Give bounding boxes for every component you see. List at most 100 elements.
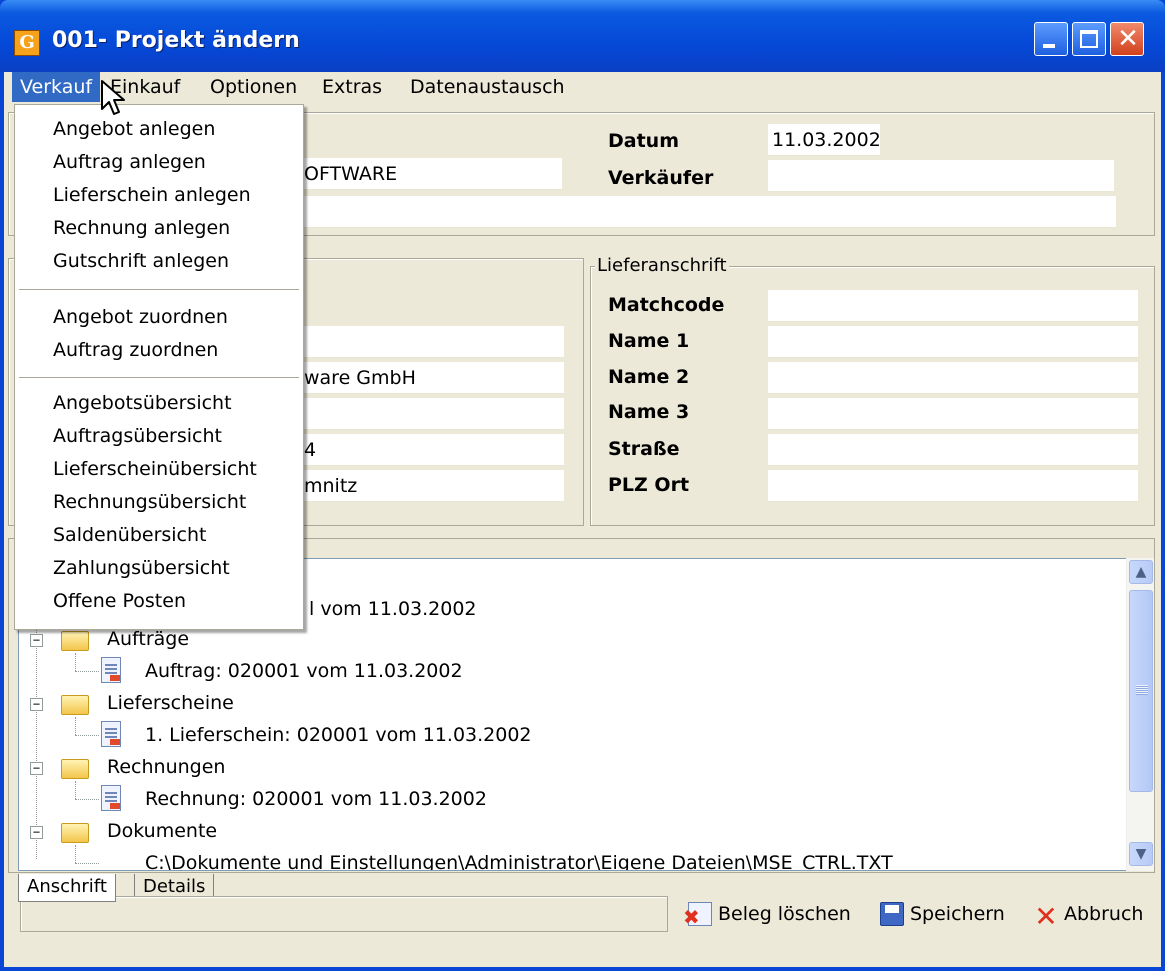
strasse-field[interactable]: [768, 434, 1138, 466]
menu-item-gutschrift-anlegen[interactable]: Gutschrift anlegen: [15, 245, 303, 278]
folder-icon: [61, 695, 89, 715]
verkauf-dropdown-menu: Angebot anlegen Auftrag anlegen Liefersc…: [14, 104, 304, 630]
tree-folder-rechnungen[interactable]: Rechnungen: [107, 751, 225, 783]
expander-minus-icon[interactable]: −: [30, 762, 43, 775]
tree-connector: [75, 863, 99, 864]
maximize-button[interactable]: [1072, 22, 1106, 56]
tree-item-lieferschein[interactable]: 1. Lieferschein: 020001 vom 11.03.2002: [145, 719, 532, 751]
tree-item-auftrag[interactable]: Auftrag: 020001 vom 11.03.2002: [145, 655, 463, 687]
name2-field[interactable]: [768, 362, 1138, 394]
tree-item-rechnung[interactable]: Rechnung: 020001 vom 11.03.2002: [145, 783, 487, 815]
tree-connector: [75, 735, 99, 736]
beleg-loeschen-label: Beleg löschen: [718, 903, 851, 925]
expander-minus-icon[interactable]: −: [30, 698, 43, 711]
tree-item-dokument[interactable]: C:\Dokumente und Einstellungen\Administr…: [145, 847, 893, 870]
tree-connector: [75, 717, 76, 735]
name3-label: Name 3: [608, 401, 690, 423]
scroll-thumb[interactable]: [1129, 590, 1153, 792]
menu-item-rechnungsuebersicht[interactable]: Rechnungsübersicht: [15, 486, 303, 519]
folder-icon: [61, 631, 89, 651]
menu-item-auftrag-zuordnen[interactable]: Auftrag zuordnen: [15, 334, 303, 367]
menu-separator: [19, 377, 299, 378]
window-title: 001- Projekt ändern: [52, 28, 300, 53]
menu-item-auftrag-anlegen[interactable]: Auftrag anlegen: [15, 146, 303, 179]
menu-item-lieferschein-anlegen[interactable]: Lieferschein anlegen: [15, 179, 303, 212]
menu-item-zahlungsuebersicht[interactable]: Zahlungsübersicht: [15, 552, 303, 585]
folder-icon: [61, 759, 89, 779]
name1-label: Name 1: [608, 330, 690, 352]
scroll-up-icon[interactable]: ▲: [1129, 560, 1153, 584]
scroll-down-icon[interactable]: ▼: [1129, 842, 1153, 866]
menu-bar: Verkauf Einkauf Optionen Extras Datenaus…: [4, 72, 1161, 102]
speichern-label: Speichern: [910, 903, 1005, 925]
address-field-4[interactable]: 4: [300, 434, 564, 466]
tree-folder-lieferscheine[interactable]: Lieferscheine: [107, 687, 234, 719]
document-icon: [101, 657, 121, 683]
menu-item-offene-posten[interactable]: Offene Posten: [15, 585, 303, 618]
menu-item-lieferscheinuebersicht[interactable]: Lieferscheinübersicht: [15, 453, 303, 486]
maximize-icon: [1080, 30, 1098, 48]
address-field-3[interactable]: [300, 398, 564, 430]
verkaeufer-label: Verkäufer: [608, 167, 714, 189]
plz-ort-label: PLZ Ort: [608, 474, 690, 496]
name1-field[interactable]: [768, 326, 1138, 358]
expander-minus-icon[interactable]: −: [30, 634, 43, 647]
close-button[interactable]: ✕: [1110, 22, 1144, 56]
document-icon: [101, 721, 121, 747]
delete-document-icon: [683, 902, 712, 927]
save-icon: [880, 902, 904, 926]
menu-optionen[interactable]: Optionen: [202, 72, 305, 102]
tab-anschrift[interactable]: Anschrift: [18, 874, 116, 902]
folder-icon: [61, 823, 89, 843]
menu-item-saldenuebersicht[interactable]: Saldenübersicht: [15, 519, 303, 552]
name3-field[interactable]: [768, 398, 1138, 430]
speichern-button[interactable]: Speichern: [880, 896, 1005, 932]
title-bar[interactable]: G 001- Projekt ändern ✕: [0, 0, 1165, 72]
menu-datenaustausch[interactable]: Datenaustausch: [402, 72, 573, 102]
menu-item-rechnung-anlegen[interactable]: Rechnung anlegen: [15, 212, 303, 245]
cancel-icon: ✕: [1034, 900, 1058, 933]
strasse-label: Straße: [608, 438, 680, 460]
menu-verkauf[interactable]: Verkauf: [12, 72, 101, 102]
menu-item-auftragsuebersicht[interactable]: Auftragsübersicht: [15, 420, 303, 453]
tree-connector: [75, 653, 76, 671]
menu-extras[interactable]: Extras: [314, 72, 390, 102]
close-icon: ✕: [1117, 24, 1139, 54]
tree-partial-row[interactable]: l vom 11.03.2002: [309, 593, 477, 625]
tree-scrollbar[interactable]: ▲ ▼: [1126, 558, 1154, 871]
matchcode-field[interactable]: [768, 290, 1138, 322]
project-name-field[interactable]: OFTWARE: [300, 158, 562, 190]
expander-minus-icon[interactable]: −: [30, 826, 43, 839]
document-icon: [101, 785, 121, 811]
name2-label: Name 2: [608, 366, 690, 388]
grip-icon: [1136, 685, 1148, 695]
menu-item-angebot-zuordnen[interactable]: Angebot zuordnen: [15, 301, 303, 334]
menu-item-angebotsuebersicht[interactable]: Angebotsübersicht: [15, 387, 303, 420]
minimize-icon: [1043, 44, 1055, 48]
app-window: G 001- Projekt ändern ✕ Verkauf Einkauf …: [0, 0, 1165, 971]
address-field-5[interactable]: mnitz: [300, 470, 564, 502]
status-bar: [20, 896, 668, 932]
tree-connector: [75, 845, 76, 863]
tree-connector: [75, 799, 99, 800]
address-field-2[interactable]: ware GmbH: [300, 362, 564, 394]
beleg-loeschen-button[interactable]: Beleg löschen: [683, 896, 851, 932]
minimize-button[interactable]: [1034, 22, 1068, 56]
abbruch-button[interactable]: ✕ Abbruch: [1034, 896, 1143, 932]
datum-field[interactable]: 11.03.2002: [768, 124, 880, 156]
tree-connector: [75, 781, 76, 799]
project-description-field[interactable]: [300, 196, 1116, 228]
app-logo-icon: G: [14, 30, 40, 56]
address-field-1[interactable]: [300, 326, 564, 358]
matchcode-label: Matchcode: [608, 294, 725, 316]
menu-separator: [19, 289, 299, 290]
plz-ort-field[interactable]: [768, 470, 1138, 502]
datum-label: Datum: [608, 130, 679, 152]
abbruch-label: Abbruch: [1064, 903, 1144, 925]
menu-item-angebot-anlegen[interactable]: Angebot anlegen: [15, 113, 303, 146]
verkaeufer-field[interactable]: [768, 160, 1114, 192]
tree-folder-dokumente[interactable]: Dokumente: [107, 815, 217, 847]
tree-connector: [75, 671, 99, 672]
mouse-cursor-icon: [101, 80, 125, 115]
lieferanschrift-title: Lieferanschrift: [595, 255, 729, 276]
